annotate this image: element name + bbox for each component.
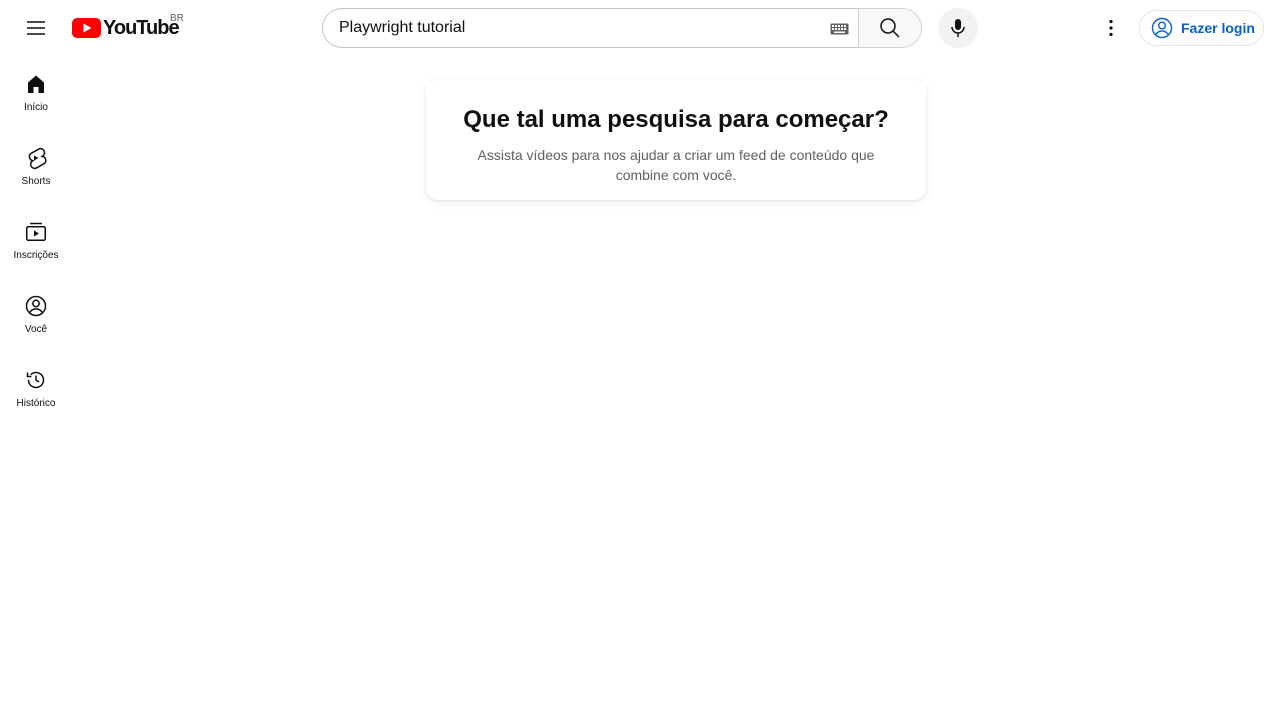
youtube-play-icon xyxy=(72,18,101,38)
voice-search-button[interactable] xyxy=(938,8,978,48)
hamburger-menu-icon xyxy=(27,21,45,35)
you-icon xyxy=(25,295,47,317)
microphone-icon xyxy=(951,19,965,37)
sidebar-item-history[interactable]: Histórico xyxy=(4,352,68,426)
search-button[interactable] xyxy=(858,8,922,48)
keyboard-icon[interactable] xyxy=(829,21,849,37)
search-prompt-card: Que tal uma pesquisa para começar? Assis… xyxy=(426,80,926,200)
masthead: YouTube BR Playwright tutorial Fazer log… xyxy=(0,0,1280,56)
account-circle-icon xyxy=(1151,17,1173,39)
sign-in-label: Fazer login xyxy=(1181,20,1255,36)
sign-in-button[interactable]: Fazer login xyxy=(1139,10,1264,46)
home-icon xyxy=(28,75,44,93)
prompt-subtitle: Assista vídeos para nos ajudar a criar u… xyxy=(477,147,875,183)
menu-button[interactable] xyxy=(16,8,56,48)
more-vert-icon xyxy=(1109,19,1113,37)
sidebar-item-label: Você xyxy=(24,324,48,335)
sidebar-item-label: Início xyxy=(24,102,48,113)
sidebar-item-subscriptions[interactable]: Inscrições xyxy=(4,204,68,278)
sidebar-item-label: Histórico xyxy=(16,398,56,409)
youtube-logo[interactable]: YouTube xyxy=(72,16,180,40)
mini-guide: Início Shorts Inscrições Você Histórico xyxy=(4,56,68,426)
logo-text: YouTube xyxy=(103,16,180,39)
subscriptions-icon xyxy=(26,222,46,241)
region-code: BR xyxy=(170,13,184,24)
settings-menu-button[interactable] xyxy=(1091,8,1131,48)
sidebar-item-home[interactable]: Início xyxy=(4,56,68,130)
shorts-icon xyxy=(28,147,47,170)
search-box xyxy=(322,8,859,48)
history-icon xyxy=(26,371,45,389)
search-icon xyxy=(880,18,900,38)
sidebar-item-label: Shorts xyxy=(21,176,51,187)
sidebar-item-label: Inscrições xyxy=(13,250,59,261)
sidebar-item-you[interactable]: Você xyxy=(4,278,68,352)
sidebar-item-shorts[interactable]: Shorts xyxy=(4,130,68,204)
search-input[interactable] xyxy=(339,19,819,37)
prompt-title: Que tal uma pesquisa para começar? xyxy=(463,106,889,133)
